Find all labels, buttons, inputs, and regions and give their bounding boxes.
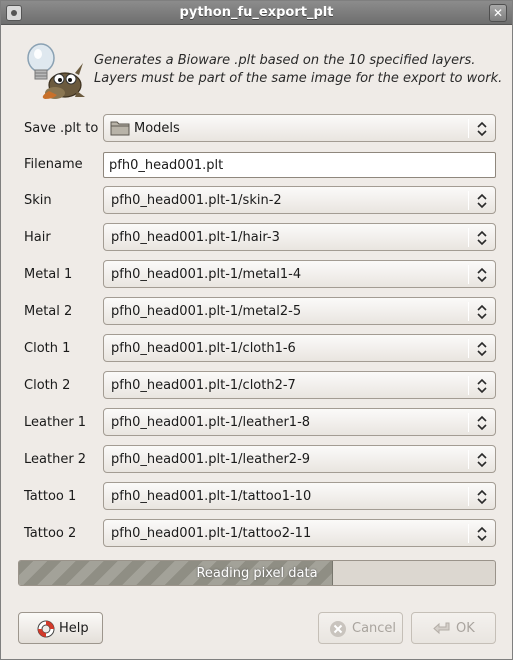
cancel-icon bbox=[330, 621, 346, 637]
combo-separator bbox=[468, 265, 469, 284]
filename-label: Filename bbox=[24, 157, 83, 172]
layer-label: Cloth 1 bbox=[24, 341, 71, 356]
layer-combo-value: pfh0_head001.plt-1/tattoo2-11 bbox=[111, 526, 312, 541]
save-folder-value: Models bbox=[134, 121, 180, 136]
layer-label: Tattoo 1 bbox=[24, 489, 77, 504]
layer-combo[interactable]: pfh0_head001.plt-1/skin-2 bbox=[103, 186, 496, 214]
chevron-up-down-icon bbox=[477, 489, 487, 505]
chevron-up-down-icon bbox=[477, 193, 487, 209]
layer-combo-value: pfh0_head001.plt-1/metal2-5 bbox=[111, 304, 302, 319]
layer-combo[interactable]: pfh0_head001.plt-1/tattoo2-11 bbox=[103, 519, 496, 547]
layer-label: Leather 1 bbox=[24, 415, 87, 430]
layer-label: Leather 2 bbox=[24, 452, 87, 467]
layer-label: Metal 1 bbox=[24, 267, 73, 282]
cancel-button-label: Cancel bbox=[352, 621, 397, 636]
save-folder-combo[interactable]: Models bbox=[103, 114, 496, 142]
filename-input[interactable] bbox=[109, 157, 489, 173]
chevron-up-down-icon bbox=[477, 378, 487, 394]
progress-bar: Reading pixel data Reading pixel data bbox=[18, 560, 496, 586]
cancel-button[interactable]: Cancel bbox=[318, 612, 403, 644]
filename-field[interactable] bbox=[103, 152, 496, 178]
layer-combo[interactable]: pfh0_head001.plt-1/leather2-9 bbox=[103, 445, 496, 473]
combo-separator bbox=[468, 413, 469, 432]
layer-combo-value: pfh0_head001.plt-1/skin-2 bbox=[111, 193, 282, 208]
layer-combo[interactable]: pfh0_head001.plt-1/tattoo1-10 bbox=[103, 482, 496, 510]
description-line-1: Generates a Bioware .plt based on the 10… bbox=[94, 53, 476, 68]
title-bar[interactable]: python_fu_export_plt ✕ bbox=[1, 1, 512, 25]
layer-combo-value: pfh0_head001.plt-1/metal1-4 bbox=[111, 267, 302, 282]
save-to-label: Save .plt to bbox=[24, 121, 99, 136]
gimp-wilber-lightbulb-icon bbox=[27, 43, 85, 99]
combo-separator bbox=[468, 339, 469, 358]
ok-button-label: OK bbox=[456, 621, 475, 636]
chevron-up-down-icon bbox=[477, 452, 487, 468]
layer-label: Hair bbox=[24, 230, 51, 245]
ok-button[interactable]: OK bbox=[411, 612, 496, 644]
layer-label: Metal 2 bbox=[24, 304, 73, 319]
chevron-up-down-icon bbox=[477, 304, 487, 320]
layer-combo-value: pfh0_head001.plt-1/leather1-8 bbox=[111, 415, 311, 430]
combo-separator bbox=[468, 119, 469, 138]
chevron-up-down-icon bbox=[477, 341, 487, 357]
layer-combo[interactable]: pfh0_head001.plt-1/leather1-8 bbox=[103, 408, 496, 436]
layer-combo[interactable]: pfh0_head001.plt-1/metal1-4 bbox=[103, 260, 496, 288]
chevron-up-down-icon bbox=[477, 121, 487, 137]
layer-label: Skin bbox=[24, 193, 52, 208]
chevron-up-down-icon bbox=[477, 526, 487, 542]
layer-label: Cloth 2 bbox=[24, 378, 71, 393]
chevron-up-down-icon bbox=[477, 267, 487, 283]
layer-label: Tattoo 2 bbox=[24, 526, 77, 541]
help-button[interactable]: Help bbox=[18, 612, 103, 644]
layer-combo[interactable]: pfh0_head001.plt-1/cloth2-7 bbox=[103, 371, 496, 399]
layer-combo[interactable]: pfh0_head001.plt-1/cloth1-6 bbox=[103, 334, 496, 362]
progress-fill: Reading pixel data bbox=[19, 561, 334, 585]
layer-combo-value: pfh0_head001.plt-1/cloth1-6 bbox=[111, 341, 296, 356]
window-title: python_fu_export_plt bbox=[179, 5, 334, 20]
progress-text: Reading pixel data bbox=[196, 566, 318, 581]
layer-combo-value: pfh0_head001.plt-1/hair-3 bbox=[111, 230, 280, 245]
chevron-up-down-icon bbox=[477, 415, 487, 431]
layer-combo[interactable]: pfh0_head001.plt-1/hair-3 bbox=[103, 223, 496, 251]
ok-arrow-icon bbox=[433, 622, 450, 635]
combo-separator bbox=[468, 302, 469, 321]
dialog-description: Generates a Bioware .plt based on the 10… bbox=[94, 52, 504, 88]
combo-separator bbox=[468, 524, 469, 543]
combo-separator bbox=[468, 450, 469, 469]
combo-separator bbox=[468, 487, 469, 506]
combo-separator bbox=[468, 376, 469, 395]
layer-combo-value: pfh0_head001.plt-1/leather2-9 bbox=[111, 452, 311, 467]
layer-combo-value: pfh0_head001.plt-1/tattoo1-10 bbox=[111, 489, 312, 504]
layer-combo-value: pfh0_head001.plt-1/cloth2-7 bbox=[111, 378, 296, 393]
combo-separator bbox=[468, 191, 469, 210]
combo-separator bbox=[468, 228, 469, 247]
chevron-up-down-icon bbox=[477, 230, 487, 246]
lifebuoy-icon bbox=[37, 620, 55, 638]
close-button[interactable]: ✕ bbox=[489, 4, 507, 22]
help-button-label: Help bbox=[59, 621, 89, 636]
description-line-2: Layers must be part of the same image fo… bbox=[94, 71, 503, 86]
dialog-window: python_fu_export_plt ✕ Generates a Biowa… bbox=[0, 0, 513, 660]
folder-icon bbox=[110, 121, 130, 136]
layer-combo[interactable]: pfh0_head001.plt-1/metal2-5 bbox=[103, 297, 496, 325]
